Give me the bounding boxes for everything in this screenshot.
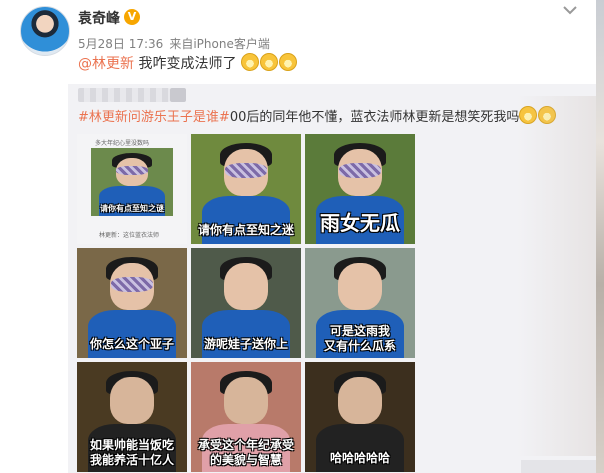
chevron-down-icon[interactable] (561, 3, 579, 17)
post-body: @林更新 我咋变成法师了 (78, 53, 298, 74)
background-blur (517, 96, 596, 456)
repost-author-blurred[interactable] (78, 88, 170, 102)
mask-shape (116, 165, 148, 176)
tile-caption-line: 可是这雨我 (329, 324, 390, 338)
tile-caption-line: 又有什么瓜系 (323, 339, 396, 353)
face-shape (110, 377, 154, 424)
mask-shape (111, 276, 153, 292)
post-date[interactable]: 5月28日 17:36 (78, 37, 163, 51)
repost-author-blurred-tail (170, 88, 186, 102)
tile-top-note: 多大年纪心里没数吗 (95, 140, 150, 147)
post-text: 我咋变成法师了 (134, 56, 237, 72)
laugh-cry-emoji-icon (240, 53, 259, 71)
image-tile[interactable]: 游呢娃子送你上 (191, 248, 301, 358)
tile-caption-line: 的美貌与智慧 (209, 453, 282, 467)
laugh-cry-emoji-icon (278, 53, 297, 71)
face-shape (224, 377, 268, 424)
tile-caption: 如果帅能当饭吃 我能养活十亿人 (77, 438, 187, 468)
face-shape (224, 263, 268, 310)
tile-caption-line: 承受这个年纪承受 (197, 438, 294, 452)
tile-caption: 请你有点至知之谜 (100, 204, 164, 213)
footer-overlay (521, 460, 596, 473)
tile-caption: 游呢娃子送你上 (203, 337, 288, 351)
tile-caption: 承受这个年纪承受 的美貌与智慧 (191, 438, 301, 468)
tile-caption: 哈哈哈哈哈 (329, 451, 390, 465)
tile-caption: 请你有点至知之迷 (197, 223, 294, 237)
image-tile[interactable]: 可是这雨我 又有什么瓜系 (305, 248, 415, 358)
post-meta: 5月28日 17:36 来自iPhone客户端 (78, 35, 270, 52)
verified-badge-icon: V (124, 9, 140, 25)
tile-caption: 雨女无瓜 (320, 211, 400, 235)
image-tile[interactable]: 如果帅能当饭吃 我能养活十亿人 (77, 362, 187, 472)
image-tile[interactable]: 多大年纪心里没数吗 请你有点至知之谜 林更新：这位蓝衣法师 (77, 134, 187, 244)
laugh-cry-emoji-icon (259, 53, 278, 71)
mask-shape (225, 162, 267, 178)
image-tile[interactable]: 你怎么这个亚子 (77, 248, 187, 358)
weibo-post-card: 袁奇峰 V 5月28日 17:36 来自iPhone客户端 @林更新 我咋变成法师… (0, 0, 596, 473)
face-shape (338, 263, 382, 310)
mention-link[interactable]: @林更新 (78, 56, 134, 72)
tile-bottom-note: 林更新：这位蓝衣法师 (99, 232, 160, 239)
tile-caption-line: 如果帅能当饭吃 (89, 438, 174, 452)
repost-body: #林更新问游乐王子是谁#00后的同年他不懂，蓝衣法师林更新是想笑死我吗 (78, 106, 557, 128)
page-side-strip (596, 0, 604, 473)
face-shape (338, 377, 382, 424)
post-source[interactable]: iPhone客户端 (193, 37, 270, 51)
repost-text: 00后的同年他不懂，蓝衣法师林更新是想笑死我吗 (229, 110, 520, 125)
tile-caption: 可是这雨我 又有什么瓜系 (305, 324, 415, 354)
tile-caption: 你怎么这个亚子 (89, 337, 174, 351)
mask-shape (339, 162, 381, 178)
source-prefix: 来自 (169, 37, 194, 51)
image-tile[interactable]: 请你有点至知之迷 (191, 134, 301, 244)
author-name[interactable]: 袁奇峰 (78, 8, 120, 28)
image-tile[interactable]: 哈哈哈哈哈 (305, 362, 415, 472)
image-tile[interactable]: 承受这个年纪承受 的美貌与智慧 (191, 362, 301, 472)
image-tile[interactable]: 雨女无瓜 (305, 134, 415, 244)
author-avatar[interactable] (20, 6, 70, 56)
tile-caption-line: 我能养活十亿人 (89, 453, 174, 467)
hashtag-link[interactable]: #林更新问游乐王子是谁# (78, 110, 230, 125)
image-grid: 多大年纪心里没数吗 请你有点至知之谜 林更新：这位蓝衣法师 请你有点至知之迷 雨… (77, 134, 417, 473)
